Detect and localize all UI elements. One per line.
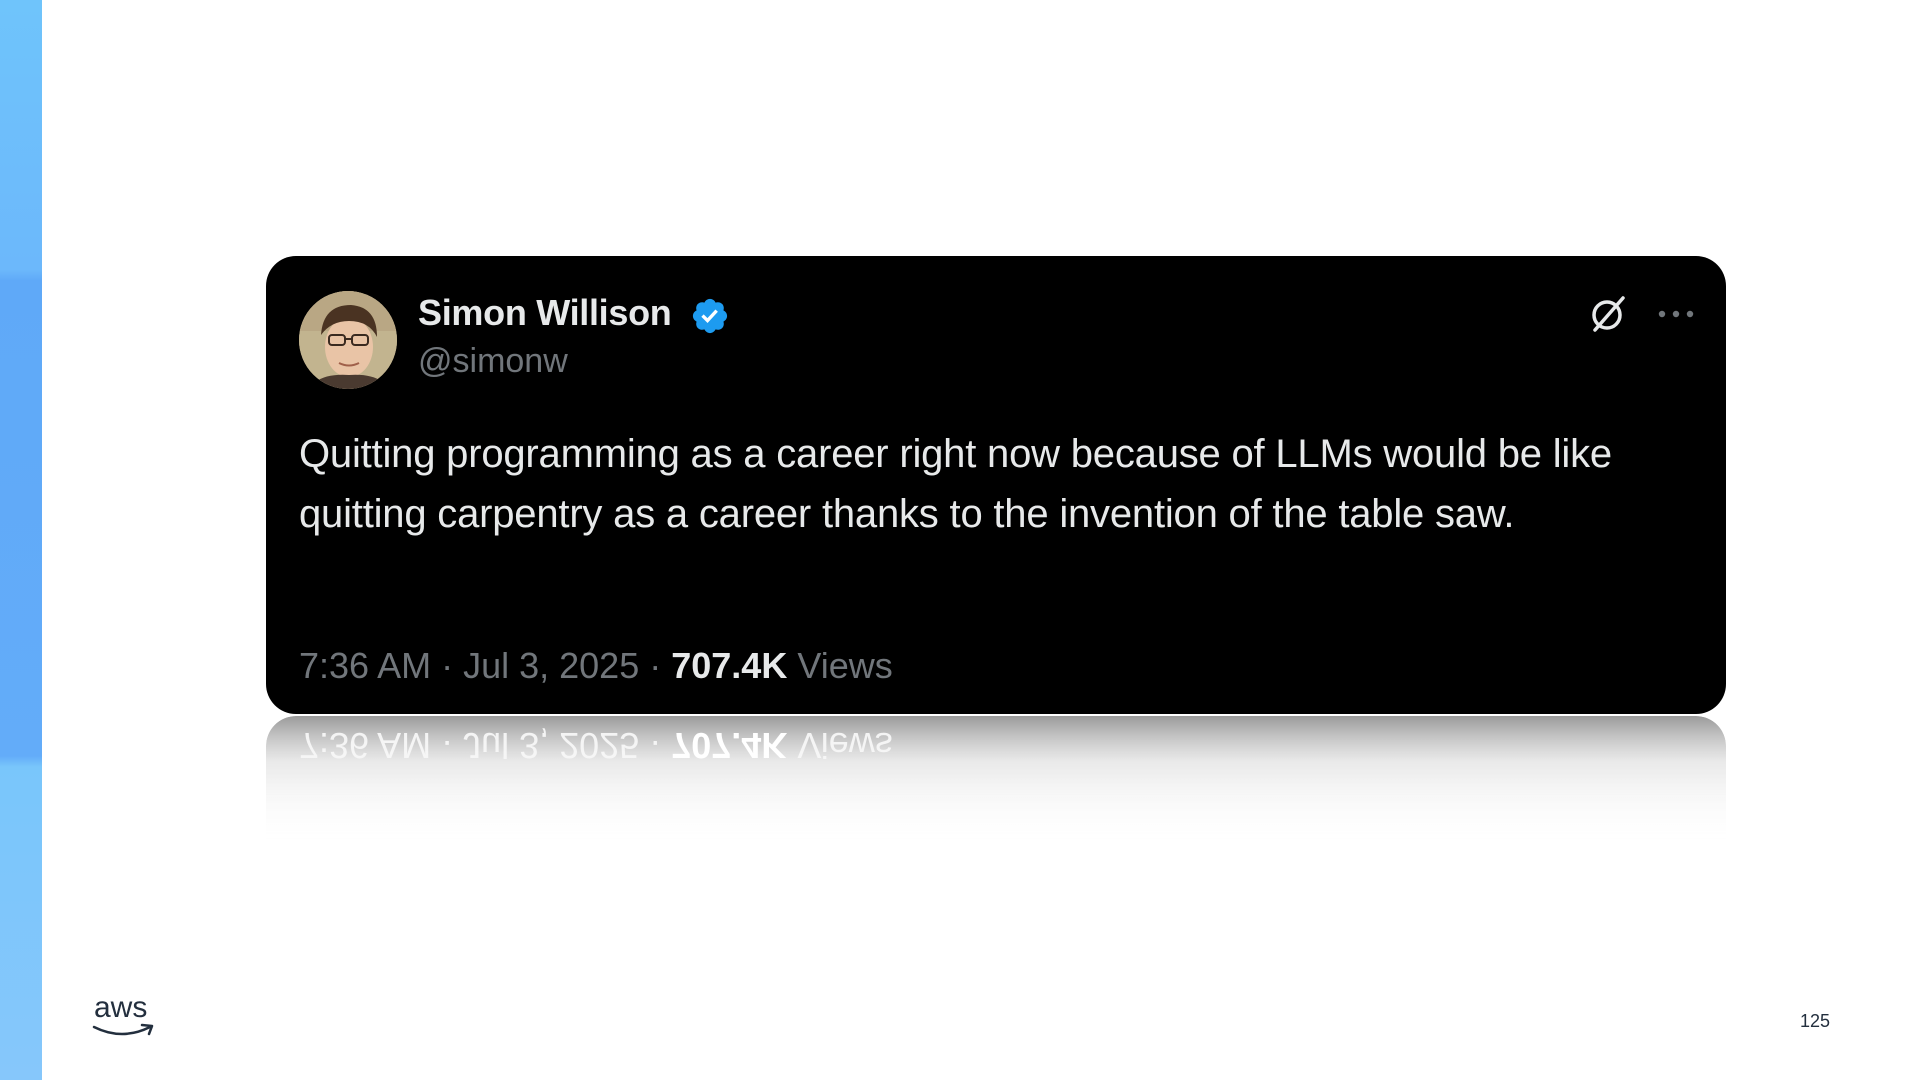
verified-badge-icon [690, 296, 730, 336]
aws-logo: aws [92, 991, 156, 1043]
reflection-date: Jul 3, 2025 [463, 725, 640, 766]
author-name[interactable]: Simon Willison [418, 292, 672, 334]
reflection-meta: 7:36 AM · Jul 3, 2025 · 707.4K Views [299, 724, 893, 766]
author-handle[interactable]: @simonw [418, 342, 568, 381]
reflection-separator: · [431, 725, 464, 766]
meta-separator: · [639, 645, 672, 686]
meta-separator: · [431, 645, 464, 686]
tweet-card[interactable]: Simon Willison @simonw Quitting programm… [266, 256, 1726, 714]
tweet-text: Quitting programming as a career right n… [299, 432, 1612, 536]
views-count: 707.4K [671, 645, 788, 686]
views-label: Views [797, 645, 893, 686]
slide: Simon Willison @simonw Quitting programm… [0, 0, 1920, 1080]
reflection-views-label: Views [797, 725, 893, 766]
avatar[interactable] [299, 291, 397, 389]
accent-bar [0, 0, 42, 1080]
grok-icon[interactable] [1586, 292, 1630, 336]
tweet-date[interactable]: Jul 3, 2025 [463, 645, 639, 686]
aws-logo-text: aws [94, 991, 148, 1024]
reflection-separator: · [639, 725, 672, 766]
reflection-time: 7:36 AM [299, 725, 432, 766]
more-options-icon[interactable] [1656, 304, 1696, 324]
tweet-meta: 7:36 AM · Jul 3, 2025 · 707.4K Views [299, 645, 893, 687]
tweet-time[interactable]: 7:36 AM [299, 645, 431, 686]
page-number: 125 [1800, 1011, 1831, 1031]
reflection-views-count: 707.4K [671, 725, 788, 766]
tweet-reflection: 7:36 AM · Jul 3, 2025 · 707.4K Views [266, 716, 1726, 846]
